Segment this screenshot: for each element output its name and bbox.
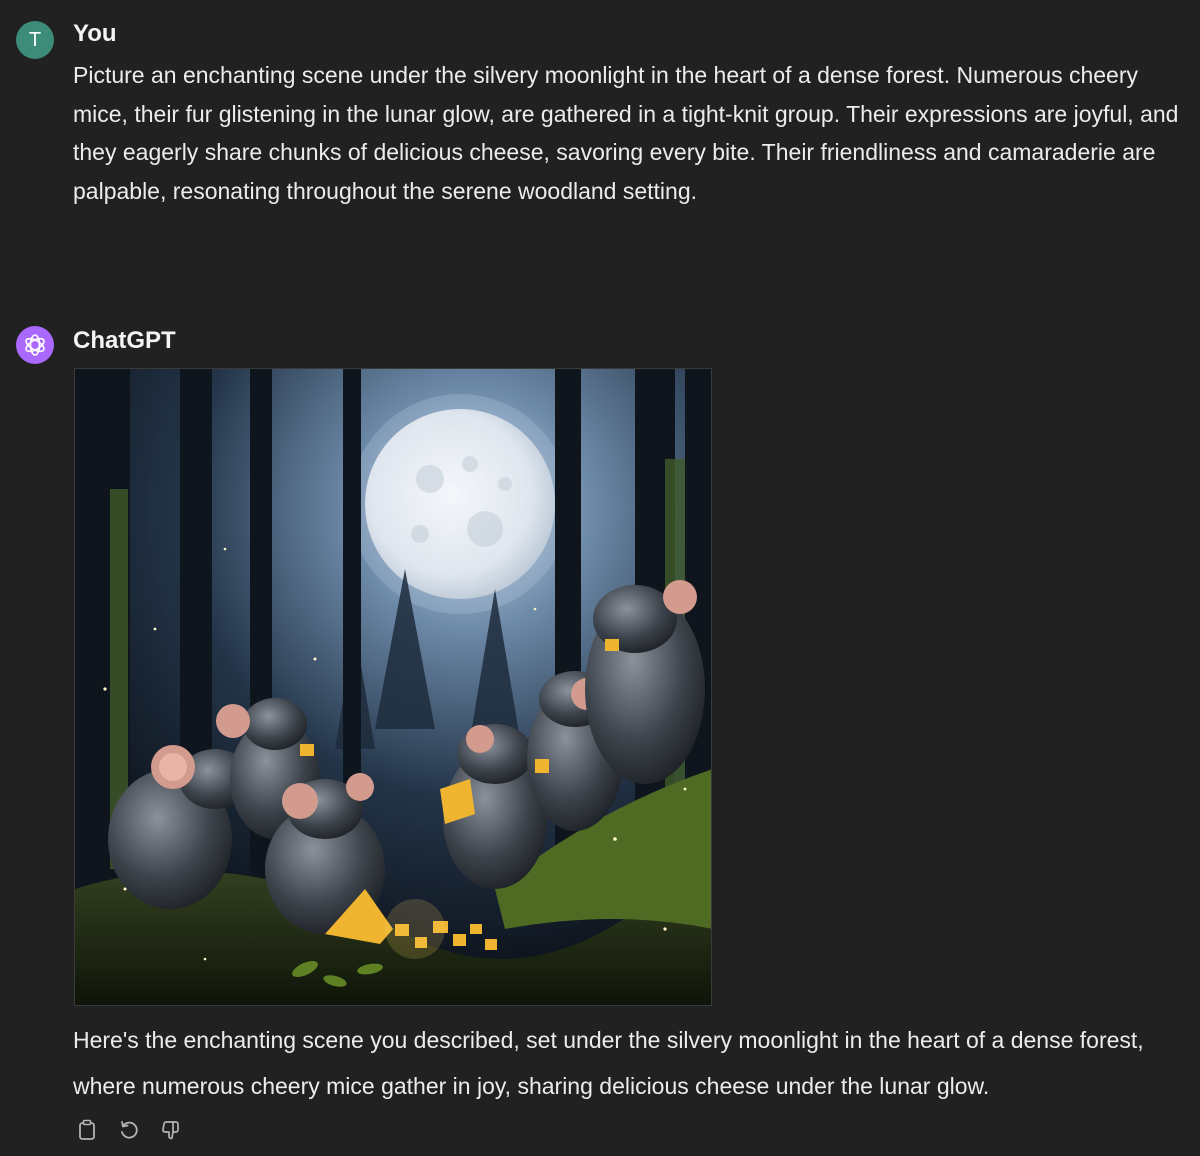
user-message-text: Picture an enchanting scene under the si… [73, 62, 1179, 204]
copy-button[interactable] [75, 1117, 99, 1143]
message-actions [75, 1117, 183, 1143]
assistant-message-text: Here's the enchanting scene you describe… [73, 1027, 1144, 1099]
openai-logo-icon [25, 334, 45, 356]
regenerate-icon [121, 1121, 138, 1139]
user-author-name: You [73, 20, 117, 47]
user-avatar: T [16, 21, 54, 59]
user-avatar-initial: T [28, 28, 42, 51]
assistant-avatar [16, 326, 54, 364]
thumbs-down-icon [162, 1121, 179, 1140]
assistant-author-name: ChatGPT [73, 327, 176, 354]
generated-image[interactable] [74, 368, 712, 1006]
copy-icon [79, 1119, 95, 1140]
regenerate-button[interactable] [117, 1117, 141, 1143]
thumbs-down-button[interactable] [159, 1117, 183, 1143]
